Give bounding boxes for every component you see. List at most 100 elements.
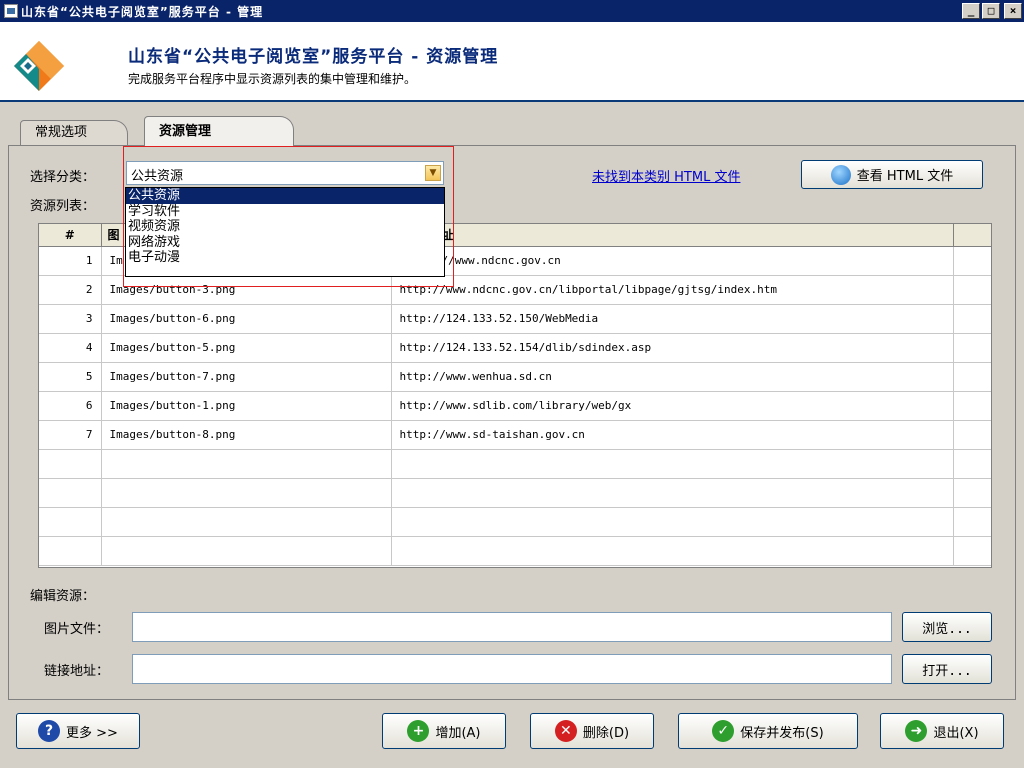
arrow-right-icon: ➜ xyxy=(905,720,928,742)
row-url xyxy=(391,478,954,508)
page-header: 山东省“公共电子阅览室”服务平台 - 资源管理 完成服务平台程序中显示资源列表的… xyxy=(0,22,1024,102)
row-image xyxy=(101,536,392,566)
browse-button[interactable]: 浏览... xyxy=(902,612,992,642)
window-title: 山东省“公共电子阅览室”服务平台 - 管理 xyxy=(21,4,264,19)
page-title: 山东省“公共电子阅览室”服务平台 - 资源管理 xyxy=(128,47,499,67)
open-button[interactable]: 打开... xyxy=(902,654,992,684)
table-row[interactable] xyxy=(39,536,991,566)
row-url: http://www.ndcnc.gov.cn/libportal/libpag… xyxy=(391,275,954,305)
image-file-label: 图片文件： xyxy=(44,622,110,637)
row-extra xyxy=(953,536,991,566)
table-row[interactable]: 6 Images/button-1.png http://www.sdlib.com… xyxy=(39,391,991,421)
maximize-button[interactable]: □ xyxy=(982,3,1000,19)
dropdown-option[interactable]: 电子动漫 xyxy=(126,250,444,266)
row-image: Images/button-1.png xyxy=(101,391,392,421)
globe-icon xyxy=(830,164,851,185)
link-url-input[interactable] xyxy=(132,654,892,684)
row-extra xyxy=(953,507,991,537)
delete-button[interactable]: ✕ 删除(D) xyxy=(530,713,654,749)
dropdown-option[interactable]: 视频资源 xyxy=(126,219,444,235)
column-number[interactable]: # xyxy=(39,224,102,247)
row-number: 7 xyxy=(39,420,102,450)
html-file-link[interactable]: 未找到本类别 HTML 文件 xyxy=(592,166,740,185)
row-number: 1 xyxy=(39,246,102,276)
checkmark-icon: ✓ xyxy=(712,720,735,742)
row-url: http://www.wenhua.sd.cn xyxy=(391,362,954,392)
column-extra xyxy=(953,224,991,247)
exit-label: 退出(X) xyxy=(933,725,979,741)
row-image: Images/button-7.png xyxy=(101,362,392,392)
category-label: 选择分类： xyxy=(30,170,96,185)
row-number xyxy=(39,507,102,537)
row-image: Images/button-6.png xyxy=(101,304,392,334)
row-url: http://124.133.52.154/dlib/sdindex.asp xyxy=(391,333,954,363)
row-number: 2 xyxy=(39,275,102,305)
exit-button[interactable]: ➜ 退出(X) xyxy=(880,713,1004,749)
row-url: http://124.133.52.150/WebMedia xyxy=(391,304,954,334)
table-row[interactable] xyxy=(39,449,991,479)
category-select[interactable]: 公共资源 ▼ xyxy=(126,161,444,185)
resource-list-label: 资源列表： xyxy=(30,199,96,214)
close-button[interactable]: × xyxy=(1004,3,1022,19)
table-row[interactable]: 4 Images/button-5.png http://124.133.52.15… xyxy=(39,333,991,363)
column-url[interactable]: 址 xyxy=(391,224,954,247)
row-number xyxy=(39,478,102,508)
table-row[interactable]: 7 Images/button-8.png http://www.sd-taisha… xyxy=(39,420,991,450)
row-number: 4 xyxy=(39,333,102,363)
logo-icon xyxy=(14,41,64,91)
dropdown-option[interactable]: 学习软件 xyxy=(126,204,444,220)
table-row[interactable]: 3 Images/button-6.png http://124.133.52.15… xyxy=(39,304,991,334)
row-extra xyxy=(953,449,991,479)
row-extra xyxy=(953,246,991,276)
delete-label: 删除(D) xyxy=(582,725,630,741)
add-button[interactable]: + 增加(A) xyxy=(382,713,506,749)
app-icon xyxy=(4,4,18,18)
row-image: Images/button-8.png xyxy=(101,420,392,450)
table-row[interactable]: 5 Images/button-7.png http://www.wenhua.sd… xyxy=(39,362,991,392)
row-url: http://www.sdlib.com/library/web/gx xyxy=(391,391,954,421)
row-number xyxy=(39,449,102,479)
category-value: 公共资源 xyxy=(131,169,184,184)
row-url xyxy=(391,536,954,566)
tab-general[interactable]: 常规选项 xyxy=(20,120,128,146)
minimize-button[interactable]: _ xyxy=(962,3,980,19)
row-url: //www.ndcnc.gov.cn xyxy=(391,246,954,276)
row-extra xyxy=(953,275,991,305)
title-bar: 山东省“公共电子阅览室”服务平台 - 管理 _ □ × xyxy=(0,0,1024,22)
category-dropdown: 公共资源 学习软件 视频资源 网络游戏 电子动漫 xyxy=(125,187,445,277)
view-html-label: 查看 HTML 文件 xyxy=(856,169,954,184)
row-url: http://www.sd-taishan.gov.cn xyxy=(391,420,954,450)
more-button[interactable]: ? 更多 >> xyxy=(16,713,140,749)
row-url xyxy=(391,449,954,479)
edit-section-label: 编辑资源： xyxy=(30,589,96,604)
row-extra xyxy=(953,362,991,392)
view-html-button[interactable]: 查看 HTML 文件 xyxy=(801,160,983,189)
chevron-down-icon[interactable]: ▼ xyxy=(425,165,441,181)
save-label: 保存并发布(S) xyxy=(740,725,824,741)
add-label: 增加(A) xyxy=(435,725,481,741)
save-publish-button[interactable]: ✓ 保存并发布(S) xyxy=(678,713,858,749)
row-extra xyxy=(953,391,991,421)
row-number: 3 xyxy=(39,304,102,334)
row-number: 6 xyxy=(39,391,102,421)
row-extra xyxy=(953,333,991,363)
more-label: 更多 >> xyxy=(66,725,118,741)
row-extra xyxy=(953,304,991,334)
image-file-input[interactable] xyxy=(132,612,892,642)
row-image: Images/button-3.png xyxy=(101,275,392,305)
delete-icon: ✕ xyxy=(554,720,577,742)
window-controls: _ □ × xyxy=(962,3,1022,19)
row-number xyxy=(39,536,102,566)
table-row[interactable]: 2 Images/button-3.png http://www.ndcnc.gov… xyxy=(39,275,991,305)
row-image: Images/button-5.png xyxy=(101,333,392,363)
tab-resources[interactable]: 资源管理 xyxy=(144,116,294,146)
dropdown-option[interactable]: 公共资源 xyxy=(126,188,444,204)
row-image xyxy=(101,507,392,537)
row-extra xyxy=(953,478,991,508)
table-row[interactable] xyxy=(39,478,991,508)
help-icon: ? xyxy=(38,720,61,742)
table-row[interactable] xyxy=(39,507,991,537)
plus-icon: + xyxy=(407,720,430,742)
row-extra xyxy=(953,420,991,450)
dropdown-option[interactable]: 网络游戏 xyxy=(126,235,444,251)
